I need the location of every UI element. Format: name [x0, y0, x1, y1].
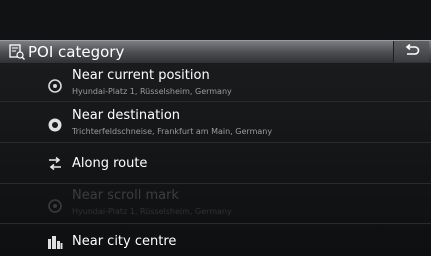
title-bar: POI category [0, 40, 431, 64]
page-title: POI category [28, 43, 125, 61]
list-item-near-city-centre[interactable]: Near city centre [0, 224, 431, 256]
back-arrow-icon [405, 44, 420, 55]
item-label: Near scroll mark [72, 188, 179, 203]
list-item-near-scroll-mark: Near scroll mark Hyundai-Platz 1, Rüssel… [0, 184, 431, 224]
item-address: Hyundai-Platz 1, Rüsselsheim, Germany [72, 207, 232, 216]
poi-category-icon [9, 44, 25, 60]
item-address: Trichterfeldschneise, Frankfurt am Main,… [72, 127, 273, 136]
screen: POI category Near current position Hyund… [0, 0, 431, 256]
item-label: Near destination [72, 108, 181, 123]
poi-category-list: Near current position Hyundai-Platz 1, R… [0, 63, 431, 256]
route-icon [47, 156, 63, 172]
item-label: Along route [72, 156, 148, 171]
list-item-near-current-position[interactable]: Near current position Hyundai-Platz 1, R… [0, 63, 431, 102]
item-address: Hyundai-Platz 1, Rüsselsheim, Germany [72, 87, 232, 96]
destination-icon [47, 117, 63, 133]
current-position-icon [47, 78, 63, 94]
item-label: Near city centre [72, 234, 177, 249]
back-button[interactable] [393, 41, 429, 62]
city-centre-icon [47, 234, 63, 250]
list-item-near-destination[interactable]: Near destination Trichterfeldschneise, F… [0, 102, 431, 143]
list-item-along-route[interactable]: Along route [0, 143, 431, 184]
item-label: Near current position [72, 68, 210, 83]
scroll-mark-icon [47, 198, 63, 214]
